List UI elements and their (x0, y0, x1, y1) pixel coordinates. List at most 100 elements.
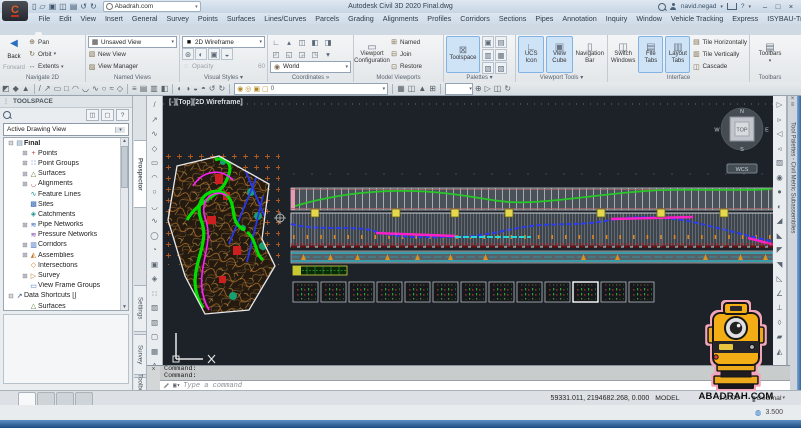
utility-tool-icon[interactable]: ⊕ (475, 84, 482, 93)
modify-tool-icon[interactable]: ◓ (201, 84, 206, 93)
app-menu-button[interactable]: C (2, 1, 28, 21)
draw-tool-icon[interactable]: / (39, 84, 41, 93)
tree-item[interactable]: ⊞ + Points (4, 148, 128, 158)
menu-item[interactable]: Edit (55, 14, 76, 23)
qat-icon[interactable]: ↻ (90, 2, 97, 11)
qat-icon[interactable]: ◫ (59, 2, 67, 11)
subassembly-tool-icon[interactable]: ◐ (777, 200, 782, 213)
menu-item[interactable]: Insert (100, 14, 127, 23)
ucs-tool-icon[interactable]: ▾ (322, 48, 334, 60)
ucs-combo[interactable]: ◉ World ▾ (270, 60, 351, 73)
scroll-down-icon[interactable]: ▼ (122, 304, 127, 310)
draw-tool-icon[interactable]: ◠ (72, 84, 79, 93)
toolbars-button[interactable]: ▤ Toolbars ▾ (754, 36, 786, 73)
tree-expander-icon[interactable]: ⊞ (21, 170, 29, 178)
tree-item[interactable]: ⊞ △ Surfaces (4, 169, 128, 179)
tab-survey[interactable]: Survey (134, 334, 147, 375)
modify-tool-icon[interactable]: ◑ (185, 84, 190, 93)
viewcube-south[interactable]: S (740, 147, 744, 153)
tree-item[interactable]: ⊟ ↗ Data Shortcuts [] (4, 291, 128, 301)
draw-toolbar-icon[interactable]: ◈ (152, 272, 158, 285)
subassembly-tool-icon[interactable]: ◤ (777, 243, 783, 256)
toolspace-toolbar-button[interactable]: ▢ (101, 109, 114, 121)
menu-item[interactable]: Inquiry (601, 14, 632, 23)
palette-icon-button[interactable]: ▦ (495, 49, 507, 61)
draw-toolbar-icon[interactable]: ○ (152, 185, 157, 198)
draw-toolbar-icon[interactable]: ∷ (152, 287, 157, 300)
modify-tool-icon[interactable]: ↻ (218, 84, 225, 93)
subassembly-tool-icon[interactable]: ◢ (777, 214, 783, 227)
visual-style-icon-button[interactable]: ◐ (195, 48, 207, 61)
draw-tool-icon[interactable]: ◇ (117, 84, 123, 93)
tree-item[interactable]: ◈ Catchments (4, 209, 128, 219)
ucs-tool-icon[interactable]: ◨ (322, 36, 334, 48)
viewcube-west[interactable]: W (714, 128, 720, 134)
viewcube-east[interactable]: E (765, 128, 769, 134)
ucs-icon-toggle[interactable]: ∟ UCS Icon (518, 36, 545, 73)
tree-item[interactable]: ⊞ ≋ Pipe Networks (4, 220, 128, 230)
tree-item[interactable]: ⊞ ◡ Alignments (4, 179, 128, 189)
geolocation-icon[interactable]: ◍ (755, 408, 762, 417)
pan-button[interactable]: ⊕ Pan (28, 36, 64, 48)
tool-palettes-bar[interactable]: × ≡ Tool Palettes - Civil Metric Subasse… (787, 96, 797, 390)
draw-toolbar-icon[interactable]: ◔ (152, 243, 157, 256)
draw-toolbar-icon[interactable]: ▧ (151, 316, 158, 329)
subassembly-tool-icon[interactable]: ▹ (778, 113, 782, 126)
menu-item[interactable]: Pipes (531, 14, 558, 23)
tree-expander-icon[interactable]: ⊞ (21, 241, 29, 249)
tile-vertically-button[interactable]: ▥ Tile Vertically (692, 48, 747, 60)
viewcube[interactable]: TOP N W E S WCS (714, 107, 769, 174)
subassembly-tool-icon[interactable]: ◥ (777, 258, 783, 271)
style-dropdown[interactable]: ▾ (444, 82, 473, 95)
menu-item[interactable]: General (127, 14, 162, 23)
modify-tool-icon[interactable]: ◐ (177, 84, 182, 93)
draw-toolbar-icon[interactable]: ▣ (151, 258, 158, 271)
user-menu-chevron[interactable]: ▾ (720, 4, 723, 10)
layout-tabs-toggle[interactable]: ▥ Layout Tabs (665, 36, 691, 73)
layout-tab[interactable] (75, 391, 93, 405)
tree-expander-icon[interactable]: ⊟ (7, 139, 15, 147)
draw-tool-icon[interactable]: ○ (102, 84, 107, 93)
utility-tool-icon[interactable]: ◫ (494, 84, 502, 93)
survey-toolbar-icon[interactable]: ◆ (13, 84, 19, 93)
navigation-bar-toggle[interactable]: ▯ Navigation Bar (575, 36, 605, 73)
menu-item[interactable]: Window (632, 14, 667, 23)
forward-button[interactable]: Forward (3, 65, 25, 71)
viewcube-top-face[interactable]: TOP (736, 128, 748, 134)
draw-toolbar-icon[interactable]: ◯ (150, 229, 158, 242)
viewport-controls-label[interactable]: [-][Top][2D Wireframe] (169, 99, 243, 106)
window-control-button[interactable]: × (785, 2, 797, 12)
layer-dropdown[interactable]: ◉ ◎ ▣ ▢ 0 ▾ (234, 82, 389, 95)
search-icon[interactable] (657, 2, 666, 11)
tree-expander-icon[interactable]: ⊟ (7, 292, 15, 300)
menu-item[interactable]: Points (193, 14, 222, 23)
switch-windows-button[interactable]: ◫ Switch Windows (610, 36, 636, 73)
tree-expander-icon[interactable]: ⊞ (21, 159, 29, 167)
tree-item[interactable]: ▭ View Frame Groups (4, 281, 128, 291)
menu-item[interactable]: Grading (344, 14, 379, 23)
palette-icon-button[interactable]: ▥ (482, 49, 494, 61)
tree-expander-icon[interactable]: ⊞ (21, 251, 29, 259)
menu-item[interactable]: ISYBAU-Translator (763, 14, 801, 23)
draw-toolbar-icon[interactable]: ▨ (151, 301, 158, 314)
qat-icon[interactable]: ▣ (49, 2, 57, 11)
layer-tool-icon[interactable]: ⊞ (429, 84, 436, 93)
format-tool-icon[interactable]: ▥ (150, 84, 158, 93)
draw-toolbar-icon[interactable]: ∿ (151, 127, 157, 140)
subassembly-tool-icon[interactable]: ◉ (776, 171, 783, 184)
menu-item[interactable]: Survey (162, 14, 193, 23)
ucs-tool-icon[interactable]: ◰ (270, 48, 282, 60)
file-tabs-toggle[interactable]: ▤ File Tabs (638, 36, 664, 73)
menu-item[interactable]: Surfaces (222, 14, 259, 23)
viewport-configuration-button[interactable]: ▭ Viewport Configuration (354, 36, 390, 73)
active-view-dropdown[interactable]: Active Drawing View ▾ (3, 123, 129, 136)
survey-toolbar-icon[interactable]: ▲ (22, 84, 30, 93)
format-tool-icon[interactable]: ◧ (161, 84, 169, 93)
tree-expander-icon[interactable]: ⊞ (21, 221, 29, 229)
menu-item[interactable]: Express (728, 14, 763, 23)
utility-tool-icon[interactable]: ▷ (485, 84, 491, 93)
tile-horizontally-button[interactable]: ▤ Tile Horizontally (692, 36, 747, 48)
palette-icon-button[interactable]: ▤ (495, 36, 507, 48)
layout-tab[interactable] (18, 391, 36, 405)
viewcube-north[interactable]: N (740, 109, 744, 115)
